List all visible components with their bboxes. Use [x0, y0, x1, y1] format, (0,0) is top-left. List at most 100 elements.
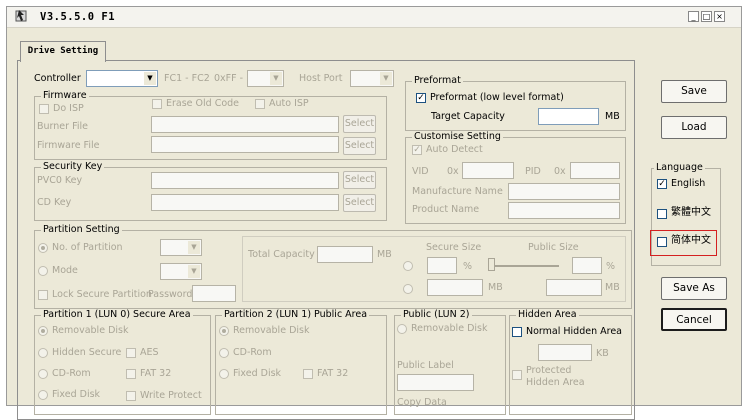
size-slider-thumb[interactable]: [488, 258, 495, 271]
controller-select[interactable]: ▼: [86, 70, 158, 87]
secure-percent-field[interactable]: [427, 257, 457, 274]
p1-fixed-disk-label: Fixed Disk: [52, 389, 101, 400]
target-capacity-field[interactable]: [538, 108, 599, 125]
minimize-button[interactable]: _: [688, 11, 699, 22]
public-extra-label: Copy Data: [397, 397, 447, 408]
load-button[interactable]: Load: [661, 116, 727, 139]
p1-fixed-disk-radio[interactable]: [38, 390, 48, 400]
p3-removable-disk-radio[interactable]: [397, 324, 407, 334]
p1-aes-label: AES: [140, 347, 159, 358]
ff-select[interactable]: ▼: [247, 70, 284, 87]
preformat-checkbox-label: Preformat (low level format): [430, 92, 564, 103]
secure-mb-unit: MB: [488, 282, 503, 293]
title-bar: V3.5.5.0 F1 _ □ ×: [7, 7, 741, 28]
p1-removable-disk-radio[interactable]: [38, 326, 48, 336]
no-of-partition-select[interactable]: ▼: [160, 239, 202, 256]
secure-percent-unit: %: [463, 261, 473, 272]
lock-secure-partition-label: Lock Secure Partition: [52, 289, 152, 300]
public-size-label: Public Size: [528, 242, 579, 253]
public-mb-unit: MB: [605, 282, 620, 293]
do-isp-checkbox[interactable]: [39, 104, 49, 114]
app-window: V3.5.5.0 F1 _ □ × Drive Setting Controll…: [6, 6, 742, 420]
cd-key-select-button[interactable]: Select: [343, 194, 376, 212]
no-of-partition-radio[interactable]: [38, 243, 48, 253]
normal-hidden-area-label: Normal Hidden Area: [526, 326, 622, 337]
partition1-title: Partition 1 (LUN 0) Secure Area: [41, 309, 193, 321]
app-icon: [15, 10, 27, 22]
percent-radio[interactable]: [403, 261, 413, 271]
public-label-field[interactable]: [397, 374, 474, 391]
password-field[interactable]: [192, 285, 236, 302]
chevron-down-icon: ▼: [188, 241, 200, 254]
manufacture-name-field[interactable]: [508, 183, 620, 200]
vid-field[interactable]: [462, 162, 514, 179]
target-capacity-label: Target Capacity: [431, 111, 505, 122]
public-percent-field[interactable]: [572, 257, 602, 274]
lock-secure-partition-checkbox[interactable]: [38, 290, 48, 300]
p2-fat32-checkbox[interactable]: [303, 369, 313, 379]
close-button[interactable]: ×: [714, 11, 725, 22]
chevron-down-icon: ▼: [380, 72, 392, 85]
p2-removable-disk-label: Removable Disk: [233, 325, 310, 336]
mode-select[interactable]: ▼: [160, 263, 202, 280]
controller-label: Controller: [34, 73, 81, 84]
pid-field[interactable]: [570, 162, 620, 179]
erase-old-code-label: Erase Old Code: [166, 98, 240, 109]
auto-isp-checkbox[interactable]: [255, 99, 265, 109]
p3-removable-disk-label: Removable Disk: [411, 323, 488, 334]
p1-hidden-secure-radio[interactable]: [38, 348, 48, 358]
chevron-down-icon: ▼: [270, 72, 282, 85]
pid-label: PID: [525, 166, 541, 177]
pvc0-select-button[interactable]: Select: [343, 171, 376, 189]
protected-hidden-area-checkbox[interactable]: [512, 370, 522, 380]
public-percent-unit: %: [606, 261, 616, 272]
preformat-checkbox[interactable]: ✓: [416, 93, 426, 103]
auto-detect-checkbox[interactable]: ✓: [412, 145, 422, 155]
maximize-button[interactable]: □: [701, 11, 712, 22]
mb-radio[interactable]: [403, 284, 413, 294]
burner-file-field[interactable]: [151, 116, 339, 133]
save-button[interactable]: Save: [661, 80, 727, 103]
normal-hidden-area-checkbox[interactable]: [512, 327, 522, 337]
mode-radio[interactable]: [38, 266, 48, 276]
ff-label: 0xFF -: [214, 73, 244, 84]
auto-detect-label: Auto Detect: [426, 144, 483, 155]
pid-hex-prefix: 0x: [554, 166, 566, 177]
public-lun2-title: Public (LUN 2): [401, 309, 472, 321]
host-port-select[interactable]: ▼: [350, 70, 394, 87]
burner-file-label: Burner File: [37, 121, 88, 132]
pvc0-key-field[interactable]: [151, 172, 339, 189]
cancel-button[interactable]: Cancel: [661, 308, 727, 331]
english-checkbox[interactable]: ✓: [657, 179, 667, 189]
save-as-button[interactable]: Save As: [661, 277, 727, 300]
security-key-title: Security Key: [41, 161, 105, 173]
simplified-chinese-checkbox[interactable]: [657, 237, 667, 247]
customise-title: Customise Setting: [412, 131, 503, 143]
traditional-chinese-checkbox[interactable]: [657, 209, 667, 219]
firmware-select-button[interactable]: Select: [343, 137, 376, 155]
firmware-file-field[interactable]: [151, 136, 339, 153]
burner-select-button[interactable]: Select: [343, 115, 376, 133]
p1-fat32-checkbox[interactable]: [126, 369, 136, 379]
p2-cd-rom-radio[interactable]: [219, 348, 229, 358]
firmware-title: Firmware: [41, 90, 89, 102]
cd-key-field[interactable]: [151, 194, 339, 211]
p1-cd-rom-radio[interactable]: [38, 369, 48, 379]
p2-removable-disk-radio[interactable]: [219, 326, 229, 336]
chevron-down-icon: ▼: [188, 265, 200, 278]
tab-drive-setting[interactable]: Drive Setting: [20, 41, 106, 62]
p1-aes-checkbox[interactable]: [126, 348, 136, 358]
p1-hidden-secure-label: Hidden Secure: [52, 347, 122, 358]
secure-mb-field[interactable]: [427, 279, 483, 296]
erase-old-code-checkbox[interactable]: [152, 99, 162, 109]
vid-label: VID: [412, 166, 429, 177]
product-name-field[interactable]: [508, 202, 620, 219]
public-label-label: Public Label: [397, 360, 454, 371]
public-mb-field[interactable]: [546, 279, 602, 296]
p2-fixed-disk-radio[interactable]: [219, 369, 229, 379]
cd-key-label: CD Key: [37, 197, 72, 208]
partition-setting-title: Partition Setting: [41, 224, 122, 236]
hidden-size-field[interactable]: [538, 344, 592, 361]
size-slider-track: [489, 265, 559, 267]
total-capacity-field[interactable]: [317, 246, 373, 263]
